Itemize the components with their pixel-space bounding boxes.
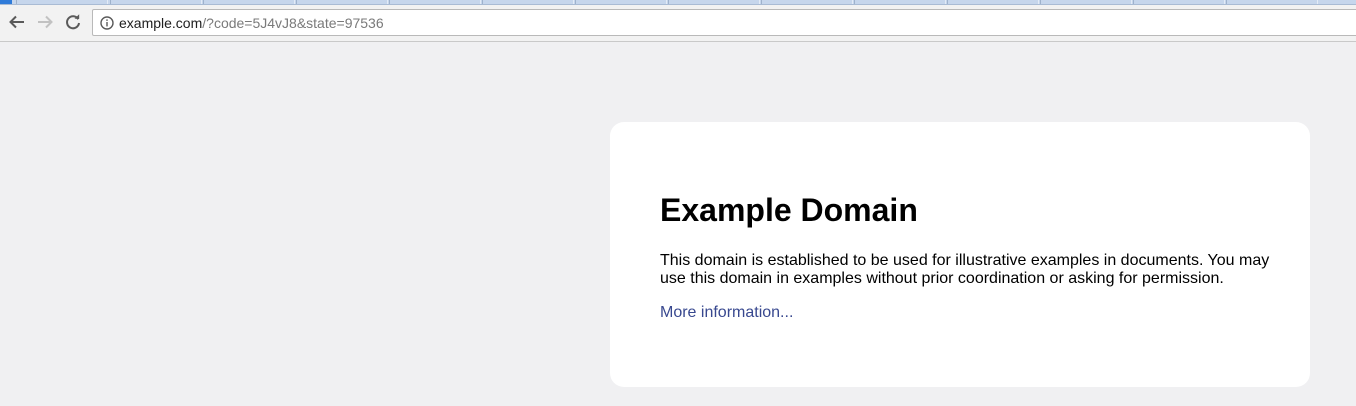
browser-tab[interactable] xyxy=(16,0,108,4)
browser-tab[interactable] xyxy=(668,0,760,4)
browser-tab[interactable] xyxy=(947,0,1039,4)
back-button[interactable] xyxy=(6,11,28,33)
url-text: example.com/?code=5J4vJ8&state=97536 xyxy=(119,16,384,30)
reload-icon xyxy=(64,13,82,31)
browser-tab[interactable] xyxy=(575,0,667,4)
page-title: Example Domain xyxy=(660,192,918,228)
active-tab-indicator xyxy=(0,0,12,4)
browser-tab[interactable] xyxy=(1226,0,1318,4)
browser-tab[interactable] xyxy=(296,0,388,4)
browser-tab[interactable] xyxy=(110,0,202,4)
browser-tab[interactable] xyxy=(854,0,946,4)
reload-button[interactable] xyxy=(62,11,84,33)
browser-tab[interactable] xyxy=(1133,0,1225,4)
browser-tab[interactable] xyxy=(1040,0,1132,4)
browser-tab[interactable] xyxy=(203,0,295,4)
url-path: /?code=5J4vJ8&state=97536 xyxy=(202,14,384,31)
forward-button[interactable] xyxy=(34,11,56,33)
address-bar[interactable]: example.com/?code=5J4vJ8&state=97536 xyxy=(92,9,1356,36)
browser-toolbar: example.com/?code=5J4vJ8&state=97536 xyxy=(0,0,1356,42)
tab-strip xyxy=(0,0,1356,5)
forward-arrow-icon xyxy=(36,13,54,31)
content-card: Example Domain This domain is establishe… xyxy=(610,122,1310,387)
info-icon[interactable] xyxy=(100,15,114,30)
browser-tab[interactable] xyxy=(761,0,853,4)
url-host: example.com xyxy=(119,14,203,31)
more-information-link[interactable]: More information... xyxy=(660,304,793,322)
back-arrow-icon xyxy=(8,13,26,31)
page-description: This domain is established to be used fo… xyxy=(660,252,1270,287)
browser-tab[interactable] xyxy=(389,0,481,4)
browser-tab[interactable] xyxy=(482,0,574,4)
